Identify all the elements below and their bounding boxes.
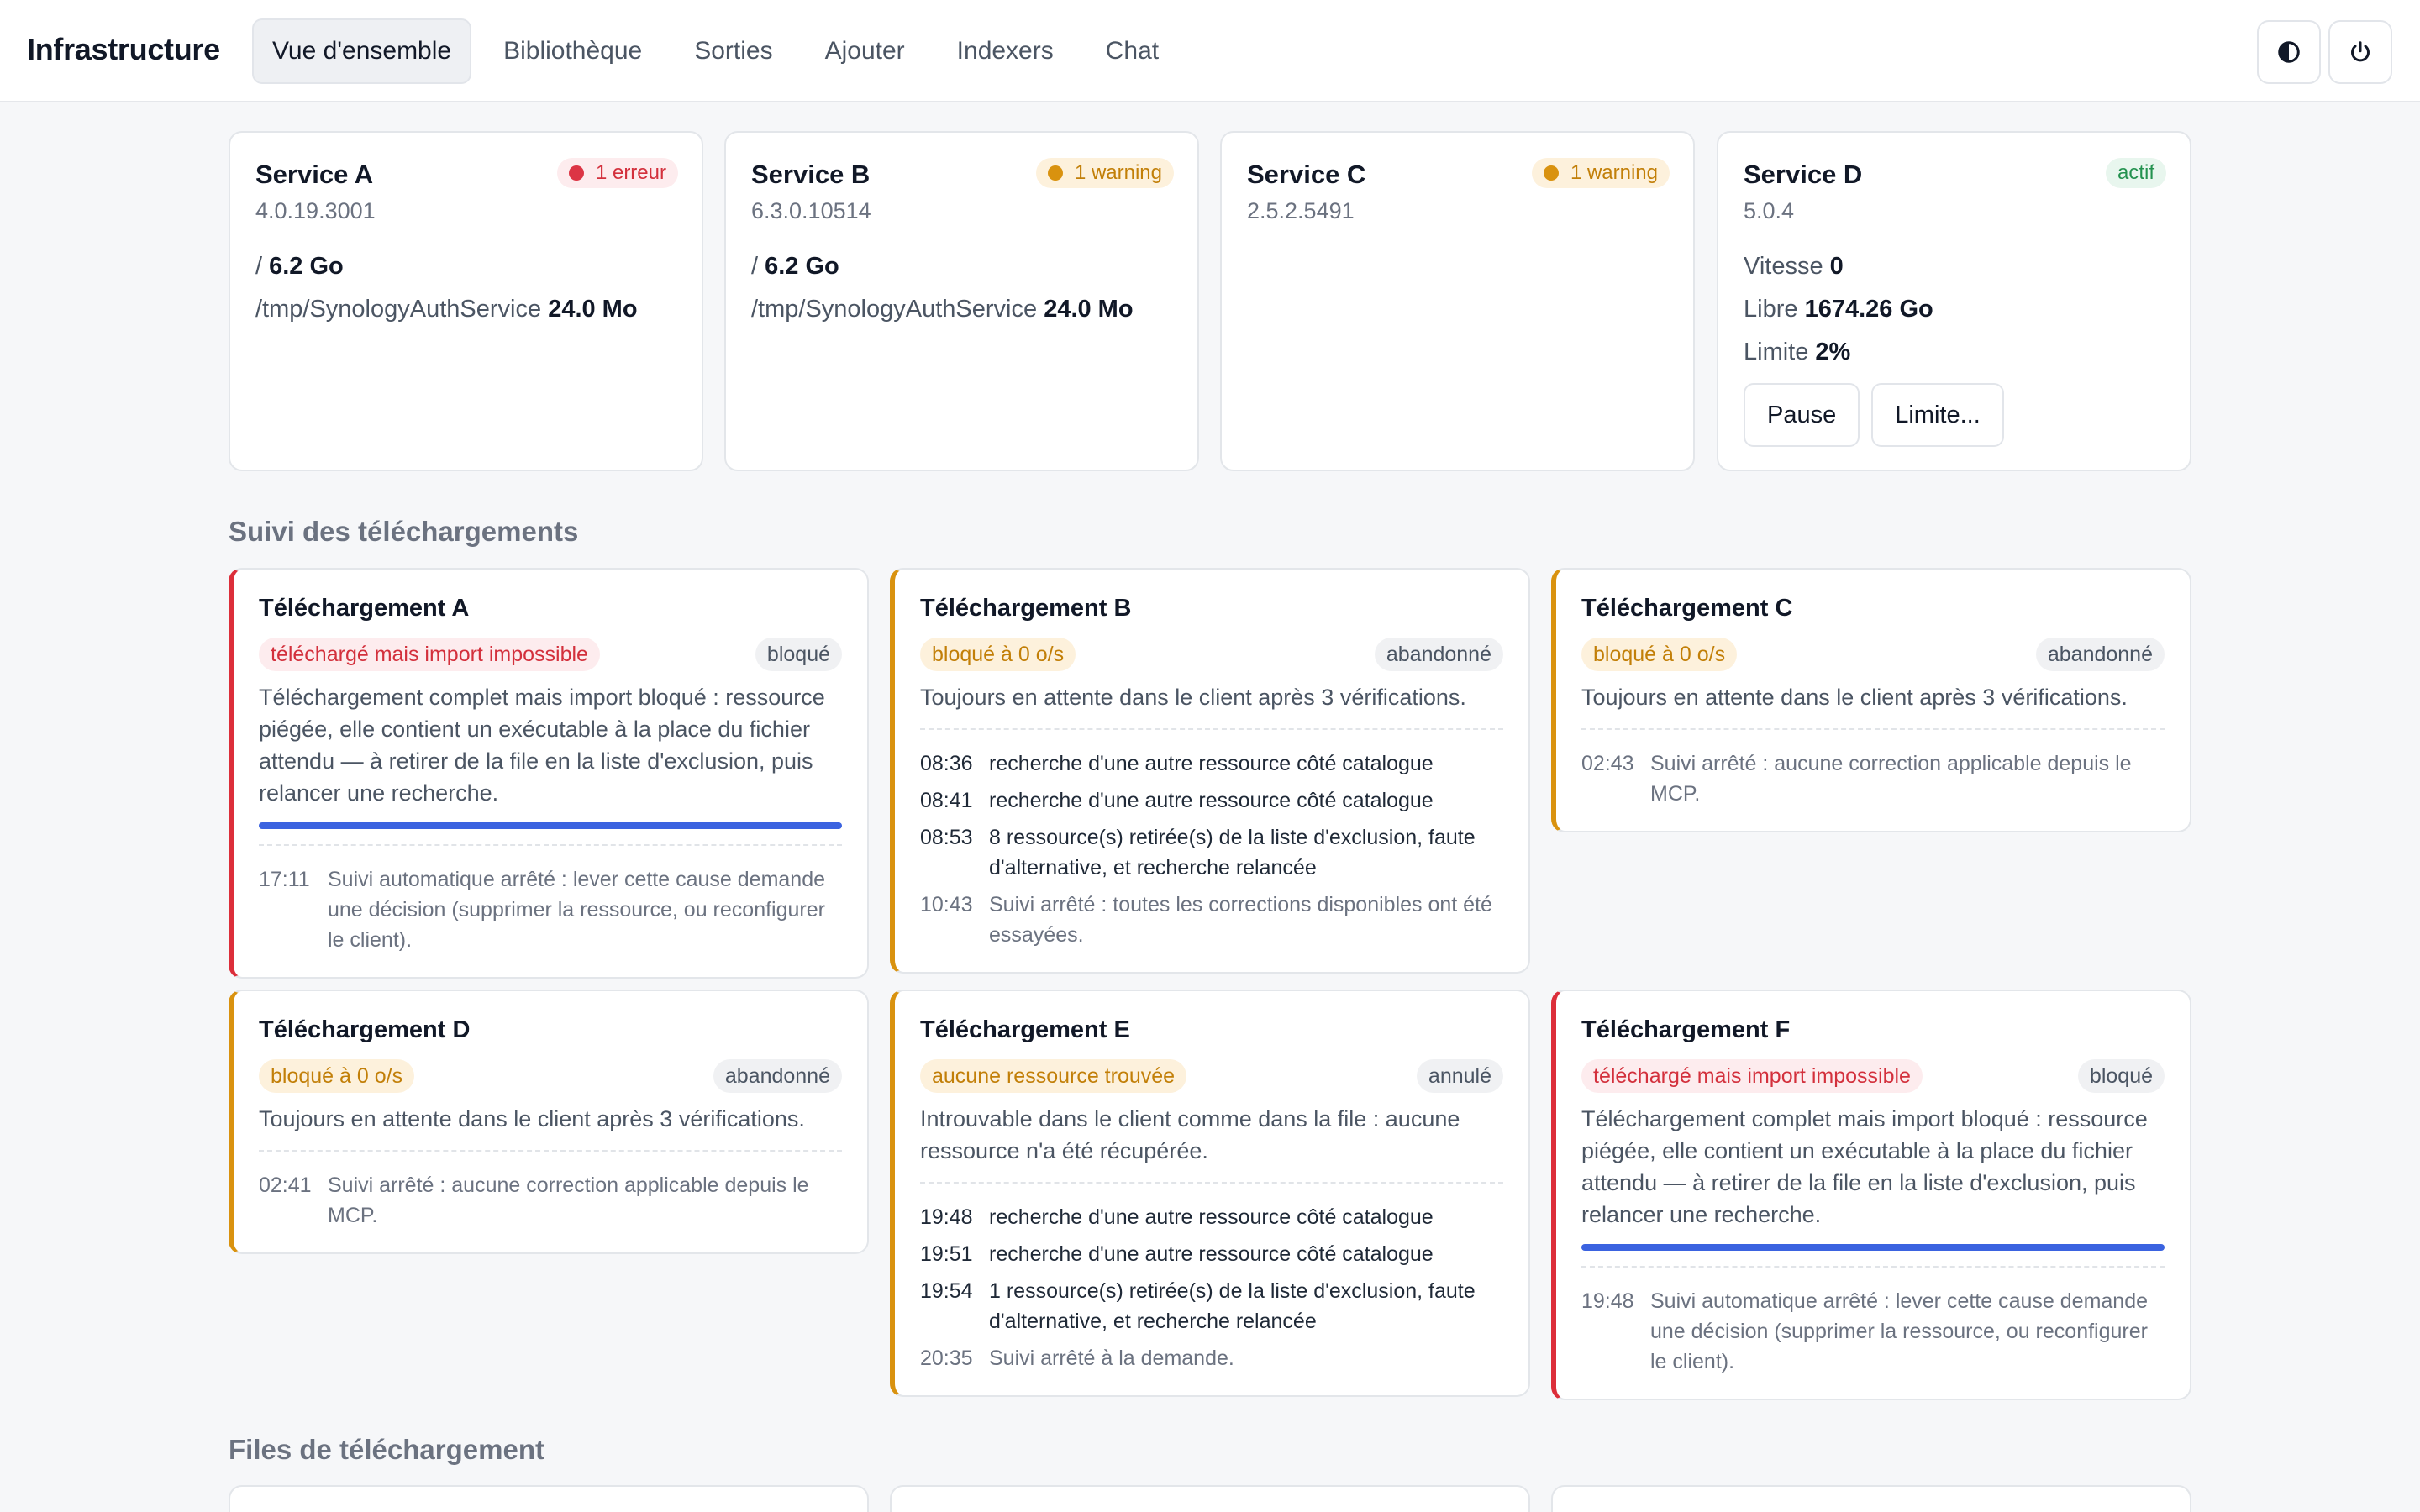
event-item: 08:36 recherche d'une autre ressource côt… (920, 752, 1434, 775)
event-item: 19:48 Suivi automatique arrêté : lever ce… (1581, 1289, 2149, 1373)
progress-bar (1581, 1244, 2165, 1251)
nav-tab-releases[interactable]: Sorties (674, 18, 792, 84)
reason-badge: aucune ressource trouvée (920, 1059, 1187, 1093)
download-description: Toujours en attente dans le client après… (920, 685, 1466, 710)
download-title: Téléchargement F (1581, 1016, 1791, 1043)
state-badge: annulé (1416, 1059, 1503, 1093)
status-dot-icon (1543, 165, 1559, 181)
event-log: 19:48 Suivi automatique arrêté : lever ce… (1581, 1266, 2165, 1377)
nav-tab-chat[interactable]: Chat (1086, 18, 1179, 84)
nav-tab-indexers[interactable]: Indexers (937, 18, 1074, 84)
nav-tab-library[interactable]: Bibliothèque (483, 18, 662, 84)
service-actions: Pause Limite... (1744, 383, 2165, 447)
state-badge: abandonné (1374, 638, 1503, 671)
service-card-d: Service D 5.0.4 actif Vitesse 0 Libre 16… (1717, 131, 2191, 471)
nav-tab-overview[interactable]: Vue d'ensemble (252, 18, 472, 84)
status-badge: 1 warning (1035, 158, 1174, 188)
disk-usage-tmp: /tmp/SynologyAuthService 24.0 Mo (255, 296, 638, 323)
download-description: Téléchargement complet mais import bloqu… (1581, 1106, 2148, 1227)
service-version: 4.0.19.3001 (255, 198, 376, 223)
reason-badge: téléchargé mais import impossible (1581, 1059, 1923, 1093)
download-description: Toujours en attente dans le client après… (259, 1106, 805, 1131)
reason-badge: téléchargé mais import impossible (259, 638, 600, 671)
reason-badge: bloqué à 0 o/s (920, 638, 1076, 671)
event-log: 08:36 recherche d'une autre ressource côt… (920, 728, 1503, 950)
status-badge: actif (2105, 158, 2166, 188)
download-description: Toujours en attente dans le client après… (1581, 685, 2128, 710)
event-item: 19:54 1 ressource(s) retirée(s) de la lis… (920, 1279, 1476, 1333)
free-space-stat: Libre 1674.26 Go (1744, 296, 1933, 323)
service-card-a: Service A 4.0.19.3001 1 erreur / 6.2 Go … (229, 131, 703, 471)
download-description: Introuvable dans le client comme dans la… (920, 1106, 1460, 1163)
status-badge: 1 warning (1531, 158, 1670, 188)
download-title: Téléchargement C (1581, 595, 1793, 622)
queue-card (890, 1485, 1530, 1512)
download-card-d: Téléchargement D bloqué à 0 o/s abandonn… (229, 990, 869, 1254)
download-card-b: Téléchargement B bloqué à 0 o/s abandonn… (890, 568, 1530, 974)
top-bar: Infrastructure Vue d'ensemble Bibliothèq… (0, 0, 2420, 102)
event-item: 08:53 8 ressource(s) retirée(s) de la lis… (920, 826, 1476, 879)
download-title: Téléchargement D (259, 1016, 471, 1043)
service-version: 6.3.0.10514 (751, 198, 871, 223)
download-card-c: Téléchargement C bloqué à 0 o/s abandonn… (1551, 568, 2191, 832)
event-log: 19:48 recherche d'une autre ressource côt… (920, 1182, 1503, 1373)
download-card-a: Téléchargement A téléchargé mais import … (229, 568, 869, 979)
service-card-b: Service B 6.3.0.10514 1 warning / 6.2 Go… (724, 131, 1199, 471)
download-title: Téléchargement B (920, 595, 1132, 622)
status-badge: 1 erreur (556, 158, 678, 188)
event-item: 02:43 Suivi arrêté : aucune correction ap… (1581, 752, 2132, 806)
disk-usage-root: / 6.2 Go (751, 253, 839, 280)
section-title-tracking: Suivi des téléchargements (229, 516, 579, 547)
nav-tab-add[interactable]: Ajouter (805, 18, 925, 84)
state-badge: abandonné (713, 1059, 842, 1093)
theme-toggle-button[interactable] (2257, 20, 2321, 84)
event-item: 20:35 Suivi arrêté à la demande. (920, 1347, 1234, 1370)
event-item: 10:43 Suivi arrêté : toutes les correctio… (920, 893, 1492, 947)
power-icon (2351, 41, 2370, 62)
status-dot-icon (568, 165, 584, 181)
event-log: 02:43 Suivi arrêté : aucune correction ap… (1581, 728, 2165, 809)
status-dot-icon (1047, 165, 1063, 181)
event-log: 17:11 Suivi automatique arrêté : lever ce… (259, 844, 842, 955)
queue-card (229, 1485, 869, 1512)
service-version: 2.5.2.5491 (1247, 198, 1355, 223)
service-name: Service D (1744, 160, 1863, 189)
download-card-e: Téléchargement E aucune ressource trouvé… (890, 990, 1530, 1397)
progress-bar (259, 822, 842, 829)
event-item: 19:48 recherche d'une autre ressource côt… (920, 1205, 1434, 1229)
service-version: 5.0.4 (1744, 198, 1795, 223)
download-card-f: Téléchargement F téléchargé mais import … (1551, 990, 2191, 1400)
queue-card (1551, 1485, 2191, 1512)
event-item: 17:11 Suivi automatique arrêté : lever ce… (259, 868, 826, 952)
disk-usage-root: / 6.2 Go (255, 253, 344, 280)
service-card-c: Service C 2.5.2.5491 1 warning (1220, 131, 1695, 471)
app-title: Infrastructure (27, 32, 220, 66)
section-title-queues: Files de téléchargement (229, 1434, 544, 1465)
reason-badge: bloqué à 0 o/s (1581, 638, 1738, 671)
download-title: Téléchargement A (259, 595, 470, 622)
state-badge: abandonné (2035, 638, 2165, 671)
limit-stat: Limite 2% (1744, 339, 1851, 365)
limit-button[interactable]: Limite... (1871, 383, 2004, 447)
pause-button[interactable]: Pause (1744, 383, 1860, 447)
reason-badge: bloqué à 0 o/s (259, 1059, 415, 1093)
event-item: 19:51 recherche d'une autre ressource côt… (920, 1242, 1434, 1266)
event-log: 02:41 Suivi arrêté : aucune correction ap… (259, 1150, 842, 1231)
contrast-icon (2278, 41, 2300, 63)
state-badge: bloqué (755, 638, 842, 671)
disk-usage-tmp: /tmp/SynologyAuthService 24.0 Mo (751, 296, 1134, 323)
main-nav: Vue d'ensemble Bibliothèque Sorties Ajou… (252, 18, 1191, 84)
event-item: 08:41 recherche d'une autre ressource côt… (920, 789, 1434, 812)
state-badge: bloqué (2077, 1059, 2165, 1093)
speed-stat: Vitesse 0 (1744, 253, 1844, 280)
event-item: 02:41 Suivi arrêté : aucune correction ap… (259, 1173, 809, 1227)
power-button[interactable] (2328, 20, 2392, 84)
download-description: Téléchargement complet mais import bloqu… (259, 685, 825, 806)
download-title: Téléchargement E (920, 1016, 1130, 1043)
